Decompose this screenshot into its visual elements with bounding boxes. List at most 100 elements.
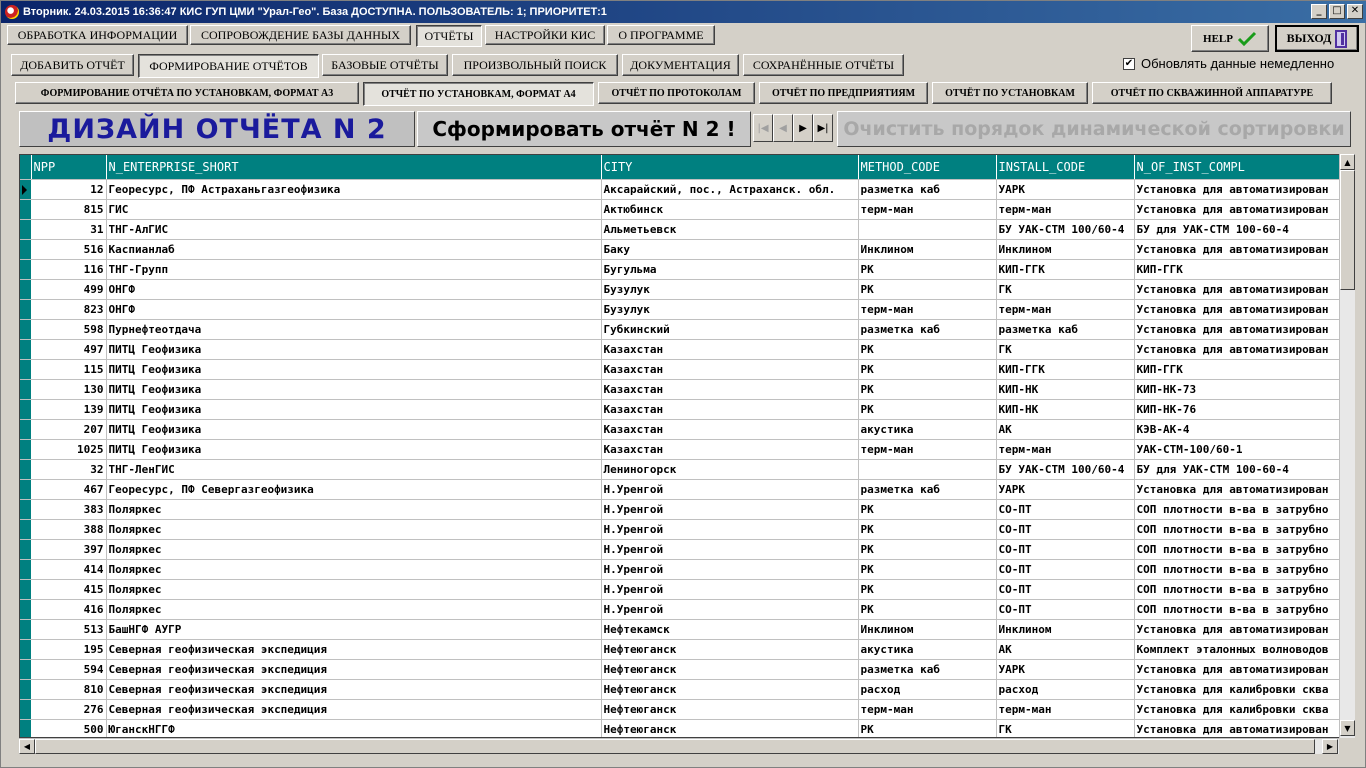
cell-inst-compl[interactable]: Установка для автоматизирован xyxy=(1134,319,1341,340)
cell-npp[interactable]: 195 xyxy=(31,639,107,660)
help-button[interactable]: HELP xyxy=(1191,25,1269,52)
cell-city[interactable]: Баку xyxy=(601,239,859,260)
cell-inst-compl[interactable]: БУ для УАК-СТМ 100-60-4 xyxy=(1134,219,1341,240)
cell-enterprise[interactable]: Северная геофизическая экспедиция xyxy=(106,699,602,720)
cell-enterprise[interactable]: Поляркес xyxy=(106,519,602,540)
horizontal-scrollbar[interactable]: ◀ ▶ xyxy=(19,738,1339,754)
cell-install[interactable]: ГК xyxy=(996,279,1135,300)
cell-npp[interactable]: 594 xyxy=(31,659,107,680)
table-row[interactable]: 500 ЮганскНГГФ Нефтеюганск РК ГК Установка дл… xyxy=(20,719,1341,737)
cell-method[interactable] xyxy=(858,459,997,480)
row-indicator[interactable] xyxy=(20,339,32,360)
cell-method[interactable] xyxy=(858,219,997,240)
cell-enterprise[interactable]: Поляркес xyxy=(106,539,602,560)
cell-city[interactable]: Н.Уренгой xyxy=(601,519,859,540)
cell-enterprise[interactable]: ПИТЦ Геофизика xyxy=(106,399,602,420)
row-indicator[interactable] xyxy=(20,419,32,440)
cell-npp[interactable]: 415 xyxy=(31,579,107,600)
table-row[interactable]: 594 Северная геофизическая экспедиция Нефт… xyxy=(20,659,1341,680)
cell-city[interactable]: Нефтеюганск xyxy=(601,679,859,700)
table-row[interactable]: 130 ПИТЦ Геофизика Казахстан РК КИП-НК КИП-НК… xyxy=(20,379,1341,400)
table-row[interactable]: 388 Поляркес Н.Уренгой РК СО-ПТ СОП плотности… xyxy=(20,519,1341,540)
cell-inst-compl[interactable]: КЭВ-АК-4 xyxy=(1134,419,1341,440)
cell-install[interactable]: ГК xyxy=(996,339,1135,360)
cell-city[interactable]: Бузулук xyxy=(601,299,859,320)
row-indicator[interactable] xyxy=(20,559,32,580)
cell-npp[interactable]: 116 xyxy=(31,259,107,280)
cell-method[interactable]: терм-ман xyxy=(858,199,997,220)
cell-install[interactable]: СО-ПТ xyxy=(996,539,1135,560)
cell-inst-compl[interactable]: Установка для автоматизирован xyxy=(1134,659,1341,680)
row-indicator[interactable] xyxy=(20,699,32,720)
cell-city[interactable]: Нефтеюганск xyxy=(601,719,859,737)
cell-city[interactable]: Казахстан xyxy=(601,359,859,380)
cell-npp[interactable]: 598 xyxy=(31,319,107,340)
nav-next-button[interactable]: ▶ xyxy=(793,114,813,142)
column-header-city[interactable]: CITY xyxy=(601,155,859,180)
table-row[interactable]: 416 Поляркес Н.Уренгой РК СО-ПТ СОП плотности… xyxy=(20,599,1341,620)
cell-method[interactable]: РК xyxy=(858,499,997,520)
cell-inst-compl[interactable]: КИП-ГГК xyxy=(1134,259,1341,280)
row-indicator[interactable] xyxy=(20,719,32,737)
cell-method[interactable]: РК xyxy=(858,339,997,360)
row-indicator[interactable] xyxy=(20,399,32,420)
cell-enterprise[interactable]: Георесурс, ПФ Севергазгеофизика xyxy=(106,479,602,500)
table-row[interactable]: 516 Каспианлаб Баку Инклином Инклином Установ… xyxy=(20,239,1341,260)
vertical-scrollbar[interactable]: ▲ ▼ xyxy=(1339,154,1355,738)
cell-inst-compl[interactable]: Установка для автоматизирован xyxy=(1134,619,1341,640)
cell-enterprise[interactable]: ОНГФ xyxy=(106,299,602,320)
row-indicator[interactable] xyxy=(20,219,32,240)
cell-inst-compl[interactable]: БУ для УАК-СТМ 100-60-4 xyxy=(1134,459,1341,480)
cell-npp[interactable]: 467 xyxy=(31,479,107,500)
table-row[interactable]: 195 Северная геофизическая экспедиция Нефт… xyxy=(20,639,1341,660)
cell-npp[interactable]: 815 xyxy=(31,199,107,220)
close-button[interactable]: ✕ xyxy=(1347,4,1363,19)
table-row[interactable]: 276 Северная геофизическая экспедиция Нефт… xyxy=(20,699,1341,720)
row-indicator[interactable] xyxy=(20,359,32,380)
cell-city[interactable]: Казахстан xyxy=(601,419,859,440)
cell-city[interactable]: Н.Уренгой xyxy=(601,479,859,500)
cell-install[interactable]: СО-ПТ xyxy=(996,519,1135,540)
row-indicator[interactable] xyxy=(20,459,32,480)
table-row[interactable]: 32 ТНГ-ЛенГИС Лениногорск БУ УАК-СТМ 100/60… xyxy=(20,459,1341,480)
row-indicator[interactable] xyxy=(20,579,32,600)
cell-inst-compl[interactable]: СОП плотности в-ва в затрубно xyxy=(1134,599,1341,620)
row-indicator[interactable] xyxy=(20,279,32,300)
cell-inst-compl[interactable]: КИП-ГГК xyxy=(1134,359,1341,380)
cell-city[interactable]: Лениногорск xyxy=(601,459,859,480)
cell-install[interactable]: разметка каб xyxy=(996,319,1135,340)
cell-install[interactable]: КИП-ГГК xyxy=(996,359,1135,380)
table-row[interactable]: 598 Пурнефтеотдача Губкинский разметка каб р… xyxy=(20,319,1341,340)
row-indicator[interactable] xyxy=(20,179,32,200)
cell-enterprise[interactable]: ПИТЦ Геофизика xyxy=(106,339,602,360)
table-row[interactable]: 815 ГИС Актюбинск терм-ман терм-ман Установка… xyxy=(20,199,1341,220)
cell-inst-compl[interactable]: КИП-НК-76 xyxy=(1134,399,1341,420)
table-row[interactable]: 467 Георесурс, ПФ Севергазгеофизика Н.Урен… xyxy=(20,479,1341,500)
tab-report-install-a4[interactable]: ОТЧЁТ ПО УСТАНОВКАМ, ФОРМАТ А4 xyxy=(363,82,594,106)
cell-method[interactable]: разметка каб xyxy=(858,479,997,500)
cell-npp[interactable]: 397 xyxy=(31,539,107,560)
cell-method[interactable]: Инклином xyxy=(858,239,997,260)
table-row[interactable]: 414 Поляркес Н.Уренгой РК СО-ПТ СОП плотности… xyxy=(20,559,1341,580)
cell-install[interactable]: БУ УАК-СТМ 100/60-4 xyxy=(996,219,1135,240)
cell-method[interactable]: акустика xyxy=(858,639,997,660)
title-bar[interactable]: Вторник. 24.03.2015 16:36:47 КИС ГУП ЦМИ… xyxy=(1,1,1366,23)
cell-method[interactable]: РК xyxy=(858,599,997,620)
cell-city[interactable]: Бугульма xyxy=(601,259,859,280)
row-indicator[interactable] xyxy=(20,239,32,260)
cell-npp[interactable]: 414 xyxy=(31,559,107,580)
cell-inst-compl[interactable]: Установка для автоматизирован xyxy=(1134,719,1341,737)
row-indicator[interactable] xyxy=(20,259,32,280)
cell-npp[interactable]: 497 xyxy=(31,339,107,360)
cell-install[interactable]: СО-ПТ xyxy=(996,599,1135,620)
cell-install[interactable]: БУ УАК-СТМ 100/60-4 xyxy=(996,459,1135,480)
nav-prev-button[interactable]: ◀ xyxy=(773,114,793,142)
cell-inst-compl[interactable]: СОП плотности в-ва в затрубно xyxy=(1134,499,1341,520)
cell-npp[interactable]: 12 xyxy=(31,179,107,200)
row-indicator[interactable] xyxy=(20,379,32,400)
cell-inst-compl[interactable]: Установка для автоматизирован xyxy=(1134,239,1341,260)
cell-inst-compl[interactable]: Комплект эталонных волноводов xyxy=(1134,639,1341,660)
cell-enterprise[interactable]: ТНГ-Групп xyxy=(106,259,602,280)
cell-npp[interactable]: 499 xyxy=(31,279,107,300)
cell-enterprise[interactable]: Северная геофизическая экспедиция xyxy=(106,679,602,700)
